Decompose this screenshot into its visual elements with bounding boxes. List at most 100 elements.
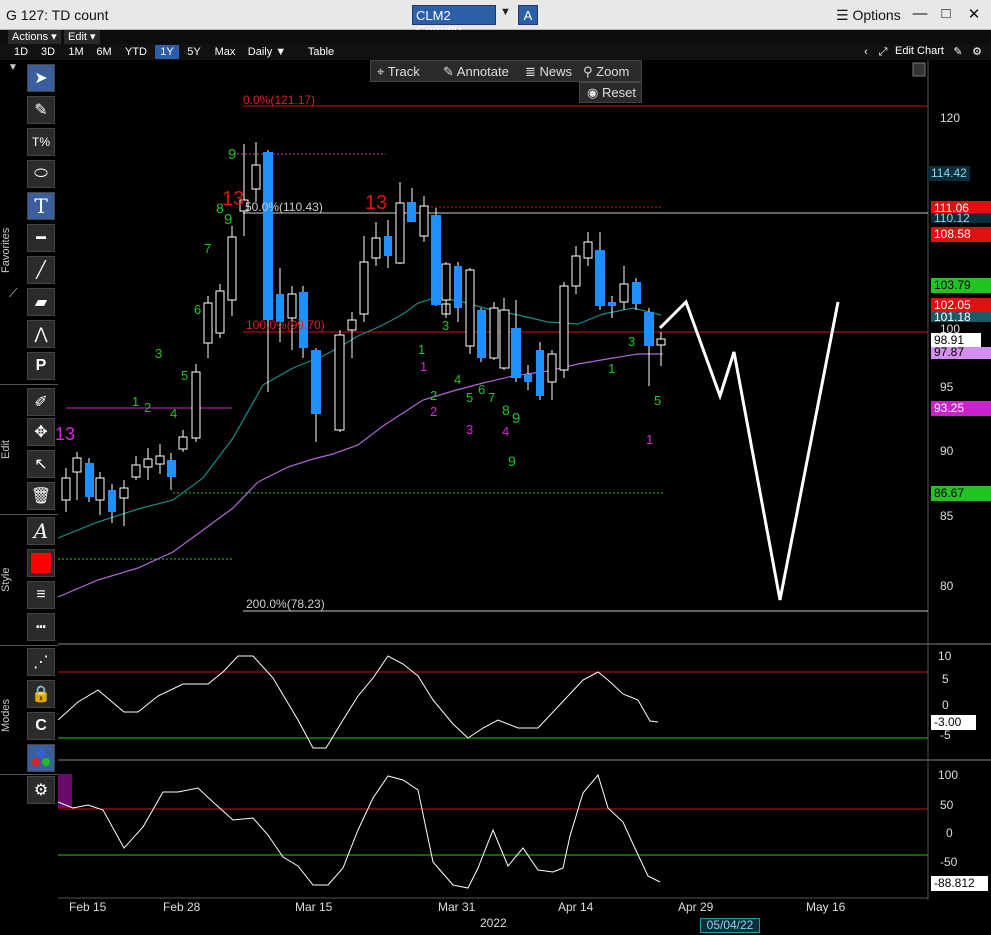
color-dots-icon[interactable] bbox=[27, 744, 55, 772]
candle[interactable] bbox=[595, 250, 605, 306]
candle[interactable] bbox=[547, 353, 557, 383]
minimize-button[interactable]: — bbox=[910, 5, 930, 22]
candle[interactable] bbox=[536, 350, 544, 396]
period-1d-button[interactable]: 1D bbox=[10, 45, 32, 59]
candle[interactable] bbox=[215, 290, 225, 334]
select-tool-icon[interactable]: ↖ bbox=[27, 450, 55, 478]
brush-tool-icon[interactable]: ✐ bbox=[27, 388, 55, 416]
candle[interactable] bbox=[441, 263, 451, 301]
candle[interactable] bbox=[119, 487, 129, 499]
candle[interactable] bbox=[347, 319, 357, 331]
candle[interactable] bbox=[454, 266, 462, 308]
candle[interactable] bbox=[489, 307, 499, 359]
candle[interactable] bbox=[608, 302, 616, 306]
line-style-icon[interactable]: ┅ bbox=[27, 613, 55, 641]
candle[interactable] bbox=[143, 458, 153, 468]
color-picker-icon[interactable] bbox=[27, 549, 55, 577]
annotate-button[interactable]: ✎ Annotate bbox=[443, 64, 509, 80]
candle[interactable] bbox=[632, 282, 641, 304]
options-button[interactable]: ☰ Options bbox=[836, 7, 901, 24]
font-style-icon[interactable]: A bbox=[27, 517, 55, 545]
period-3d-button[interactable]: 3D bbox=[36, 45, 60, 59]
zoom-button[interactable]: ⚲ Zoom bbox=[583, 64, 629, 80]
news-button[interactable]: ≣ News bbox=[525, 64, 572, 80]
edit-menu[interactable]: Edit ▾ bbox=[64, 30, 100, 44]
candle[interactable] bbox=[334, 334, 345, 431]
ellipse-tool-icon[interactable]: ⬭ bbox=[27, 160, 55, 188]
candle[interactable] bbox=[311, 350, 321, 414]
candle[interactable] bbox=[251, 164, 261, 190]
resize-icon[interactable]: ⤢ bbox=[876, 45, 890, 59]
candle[interactable] bbox=[656, 338, 666, 346]
candle[interactable] bbox=[395, 202, 405, 264]
candle[interactable] bbox=[524, 374, 532, 382]
reset-button[interactable]: ◉ Reset bbox=[579, 82, 642, 103]
pencil-icon[interactable]: ✎ bbox=[951, 45, 965, 59]
candle[interactable] bbox=[108, 490, 116, 512]
magnet-icon[interactable]: C bbox=[27, 712, 55, 740]
period-ytd-button[interactable]: YTD bbox=[121, 45, 151, 59]
scroll-icon[interactable] bbox=[912, 62, 926, 77]
candle[interactable] bbox=[619, 283, 629, 303]
actions-menu[interactable]: Actions ▾ bbox=[8, 30, 61, 44]
candle[interactable] bbox=[384, 236, 392, 256]
move-tool-icon[interactable]: ✥ bbox=[27, 418, 55, 446]
candle[interactable] bbox=[155, 455, 165, 465]
candle[interactable] bbox=[477, 310, 486, 358]
pen-tool-icon[interactable]: ✎ bbox=[27, 96, 55, 124]
candle[interactable] bbox=[85, 463, 94, 497]
candle[interactable] bbox=[371, 237, 381, 259]
period-5y-button[interactable]: 5Y bbox=[182, 45, 206, 59]
polyline-tool-icon[interactable]: ⋀ bbox=[27, 320, 55, 348]
gear-icon[interactable]: ⚙ bbox=[27, 776, 55, 804]
edit-chart-button[interactable]: Edit Chart bbox=[895, 45, 944, 57]
candle[interactable] bbox=[287, 293, 297, 319]
candle[interactable] bbox=[511, 328, 521, 378]
candle[interactable] bbox=[227, 236, 237, 301]
candle[interactable] bbox=[407, 202, 416, 222]
candle[interactable] bbox=[583, 241, 593, 259]
candle[interactable] bbox=[431, 215, 441, 305]
candle[interactable] bbox=[167, 460, 176, 477]
trash-icon[interactable]: 🗑 bbox=[27, 482, 55, 510]
price-chart[interactable] bbox=[58, 60, 991, 935]
ticker-dropdown-icon[interactable]: ▼ bbox=[500, 6, 511, 18]
channel-tool-icon[interactable]: ▰ bbox=[27, 288, 55, 316]
pitchfork-tool-icon[interactable]: P bbox=[27, 352, 55, 380]
text-tool-icon[interactable]: T bbox=[27, 192, 55, 220]
candle[interactable] bbox=[61, 477, 71, 501]
candle[interactable] bbox=[131, 464, 141, 478]
candle[interactable] bbox=[419, 205, 429, 237]
period-1m-button[interactable]: 1M bbox=[64, 45, 88, 59]
dotted-line-icon[interactable]: ⋰ bbox=[27, 648, 55, 676]
maximize-button[interactable]: □ bbox=[936, 5, 956, 22]
collapse-icon[interactable]: ▼ bbox=[8, 62, 18, 73]
cursor-tool-icon[interactable]: ➤ bbox=[27, 64, 55, 92]
candle[interactable] bbox=[95, 477, 105, 501]
chevron-left-icon[interactable]: ‹ bbox=[860, 45, 872, 59]
period-1y-button[interactable]: 1Y bbox=[155, 45, 179, 59]
candle[interactable] bbox=[465, 269, 475, 347]
settings-icon[interactable]: ⚙ bbox=[970, 45, 984, 59]
horizontal-line-icon[interactable]: ━ bbox=[27, 224, 55, 252]
candle[interactable] bbox=[571, 255, 581, 287]
period-max-button[interactable]: Max bbox=[210, 45, 240, 59]
candle[interactable] bbox=[203, 302, 213, 344]
measure-tool-icon[interactable]: T% bbox=[27, 128, 55, 156]
candle[interactable] bbox=[359, 261, 369, 315]
table-button[interactable]: Table bbox=[298, 45, 344, 59]
trend-line-icon[interactable]: ╱ bbox=[27, 256, 55, 284]
candle[interactable] bbox=[559, 285, 569, 371]
candle[interactable] bbox=[178, 436, 188, 450]
line-weight-icon[interactable]: ≡ bbox=[27, 581, 55, 609]
close-button[interactable]: ✕ bbox=[964, 5, 984, 23]
candle[interactable] bbox=[499, 309, 510, 369]
ticker-input[interactable]: CLM2 Comdty bbox=[412, 5, 496, 38]
ticker-badge[interactable]: A bbox=[518, 5, 538, 25]
candle[interactable] bbox=[644, 312, 654, 346]
lock-icon[interactable]: 🔒 bbox=[27, 680, 55, 708]
candle[interactable] bbox=[263, 152, 273, 320]
track-button[interactable]: ⌖ Track bbox=[377, 64, 420, 80]
period-6m-button[interactable]: 6M bbox=[92, 45, 116, 59]
candle[interactable] bbox=[72, 457, 82, 473]
